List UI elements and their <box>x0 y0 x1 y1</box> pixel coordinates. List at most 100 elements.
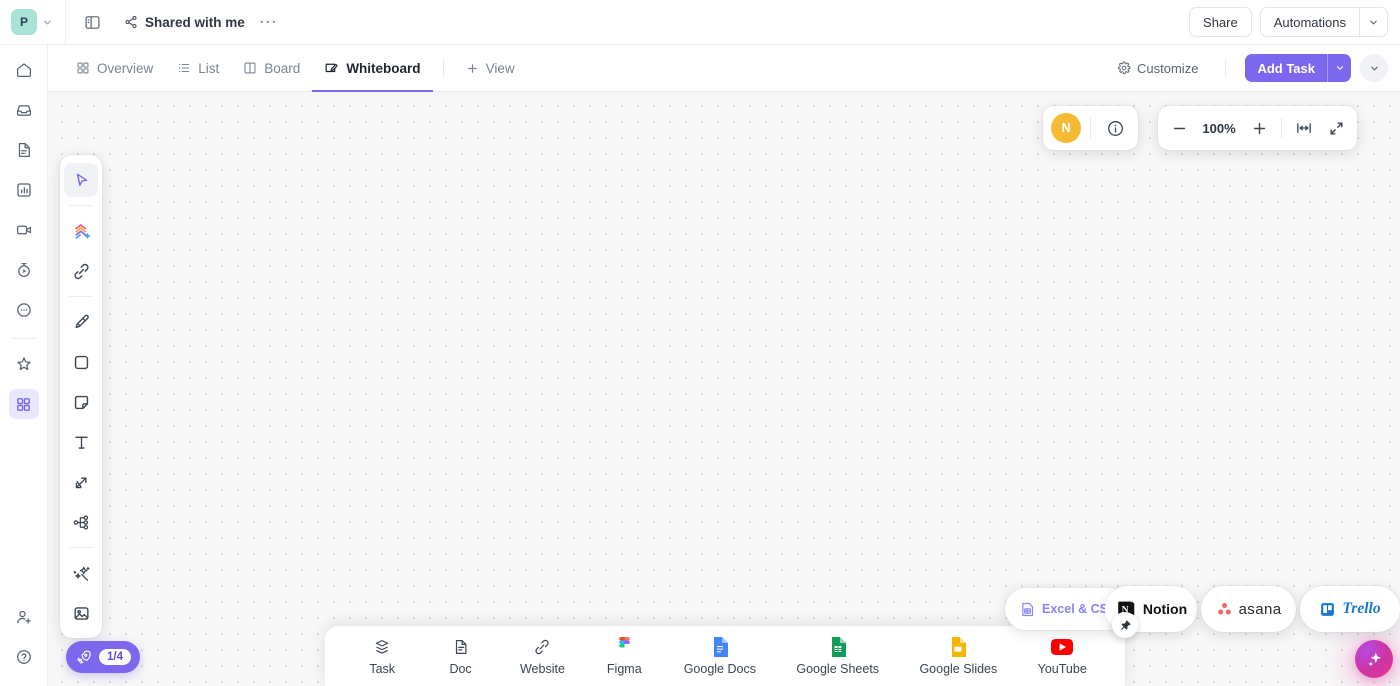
object-google-slides[interactable]: Google Slides <box>910 633 1006 680</box>
add-object-tool[interactable] <box>64 214 98 248</box>
add-view-label: View <box>485 60 515 76</box>
sidebar-item-timesheets[interactable] <box>9 255 39 285</box>
integration-chip-trello[interactable]: Trello <box>1300 586 1400 632</box>
workspace-badge[interactable]: P <box>11 9 37 35</box>
sidebar-item-favorites[interactable] <box>9 349 39 379</box>
whiteboard-tool-palette <box>60 155 102 638</box>
invite-user-icon[interactable] <box>9 602 39 632</box>
object-youtube-label: YouTube <box>1037 661 1087 676</box>
object-task-label: Task <box>369 661 396 676</box>
sidebar-item-clips[interactable] <box>9 215 39 245</box>
view-options-chevron-down-icon[interactable] <box>1360 54 1388 82</box>
figma-icon <box>617 636 632 658</box>
viewbar-actions: Customize Add Task <box>1109 54 1388 82</box>
pen-tool[interactable] <box>64 305 98 339</box>
object-website-label: Website <box>519 661 565 676</box>
tab-list[interactable]: List <box>165 45 231 92</box>
text-tool[interactable] <box>64 425 98 459</box>
tab-overview-label: Overview <box>97 60 154 76</box>
onboarding-progress-button[interactable]: 1/4 <box>66 641 140 673</box>
add-task-chevron-down-icon[interactable] <box>1327 54 1351 82</box>
object-google-docs-label: Google Docs <box>683 661 756 676</box>
google-docs-icon <box>712 637 728 658</box>
viewbar-divider-2 <box>1225 59 1227 77</box>
breadcrumb-overflow-button[interactable]: ··· <box>260 14 278 31</box>
zoom-in-button[interactable] <box>1244 113 1274 143</box>
tab-overview[interactable]: Overview <box>64 45 165 92</box>
mindmap-tool[interactable] <box>64 505 98 539</box>
sidebar-item-inbox[interactable] <box>9 95 39 125</box>
connector-tool[interactable] <box>64 254 98 288</box>
trello-icon <box>1319 601 1336 618</box>
integration-chip-notion-label: Notion <box>1142 601 1188 617</box>
object-google-sheets-label: Google Sheets <box>796 661 880 676</box>
object-google-sheets[interactable]: Google Sheets <box>787 633 888 680</box>
automations-button[interactable]: Automations <box>1259 7 1388 37</box>
share-button[interactable]: Share <box>1189 7 1252 37</box>
tab-whiteboard[interactable]: Whiteboard <box>312 45 433 92</box>
ai-assistant-button[interactable] <box>1355 640 1393 678</box>
object-website[interactable]: Website <box>511 633 574 680</box>
sidebar-item-apps[interactable] <box>8 389 39 419</box>
help-icon[interactable] <box>9 642 39 672</box>
sticky-note-tool[interactable] <box>64 385 98 419</box>
google-slides-icon <box>950 637 967 658</box>
arrow-tool[interactable] <box>64 465 98 499</box>
sidebar-item-more[interactable] <box>9 295 39 325</box>
topbar-divider <box>65 0 66 45</box>
image-tool[interactable] <box>64 596 98 630</box>
link-icon <box>533 637 551 658</box>
pin-icon[interactable] <box>1112 612 1138 638</box>
avatar[interactable]: N <box>1051 113 1081 143</box>
integration-chip-asana[interactable]: asana <box>1201 586 1296 632</box>
customize-button[interactable]: Customize <box>1109 56 1206 81</box>
list-icon <box>177 61 191 75</box>
workspace-chevron-down-icon[interactable] <box>42 17 53 28</box>
whiteboard-object-bar: Task Doc Website Figma Google Docs Googl… <box>325 626 1125 686</box>
palette-divider-2 <box>69 296 93 297</box>
integration-chip-trello-label: Trello <box>1342 600 1381 617</box>
viewbar-divider <box>442 59 444 77</box>
zoom-level-value[interactable]: 100% <box>1196 121 1242 136</box>
zoom-pill-divider <box>1281 118 1282 138</box>
fit-width-icon[interactable] <box>1289 113 1319 143</box>
whiteboard-canvas[interactable] <box>48 92 1400 686</box>
automations-label[interactable]: Automations <box>1261 8 1359 36</box>
add-view-button[interactable]: View <box>454 45 527 92</box>
sidebar-item-docs[interactable] <box>9 135 39 165</box>
palette-divider-1 <box>69 205 93 206</box>
whiteboard-icon <box>324 61 339 76</box>
object-doc[interactable]: Doc <box>433 633 489 680</box>
add-task-button[interactable]: Add Task <box>1245 54 1351 82</box>
object-google-docs[interactable]: Google Docs <box>675 633 765 680</box>
tab-board[interactable]: Board <box>231 45 312 92</box>
automations-chevron-down-icon[interactable] <box>1359 8 1387 36</box>
excel-csv-icon <box>1019 601 1036 618</box>
object-figma-label: Figma <box>606 661 642 676</box>
select-tool[interactable] <box>64 163 98 197</box>
add-task-label[interactable]: Add Task <box>1245 54 1327 82</box>
info-icon[interactable] <box>1100 113 1130 143</box>
zoom-controls: 100% <box>1158 106 1357 150</box>
board-icon <box>243 61 257 75</box>
shape-tool[interactable] <box>64 345 98 379</box>
tab-board-label: Board <box>264 60 301 76</box>
tab-list-label: List <box>198 60 220 76</box>
gear-icon <box>1117 61 1131 75</box>
object-task[interactable]: Task <box>354 633 410 680</box>
sidebar-item-dashboards[interactable] <box>9 175 39 205</box>
zoom-out-button[interactable] <box>1164 113 1194 143</box>
object-youtube[interactable]: YouTube <box>1029 633 1096 680</box>
ai-tool[interactable] <box>64 556 98 590</box>
topbar-actions: Share Automations <box>1189 7 1388 37</box>
sidebar-item-home[interactable] <box>9 55 39 85</box>
panel-toggle-icon[interactable] <box>78 8 106 36</box>
object-google-slides-label: Google Slides <box>919 661 998 676</box>
avatar-pill-divider <box>1090 118 1091 138</box>
breadcrumb-label: Shared with me <box>145 14 245 30</box>
app-sidebar-rail <box>0 45 48 686</box>
customize-label: Customize <box>1137 60 1199 76</box>
fullscreen-icon[interactable] <box>1321 113 1351 143</box>
breadcrumb[interactable]: Shared with me ··· <box>124 14 278 31</box>
object-figma[interactable]: Figma <box>596 633 652 680</box>
